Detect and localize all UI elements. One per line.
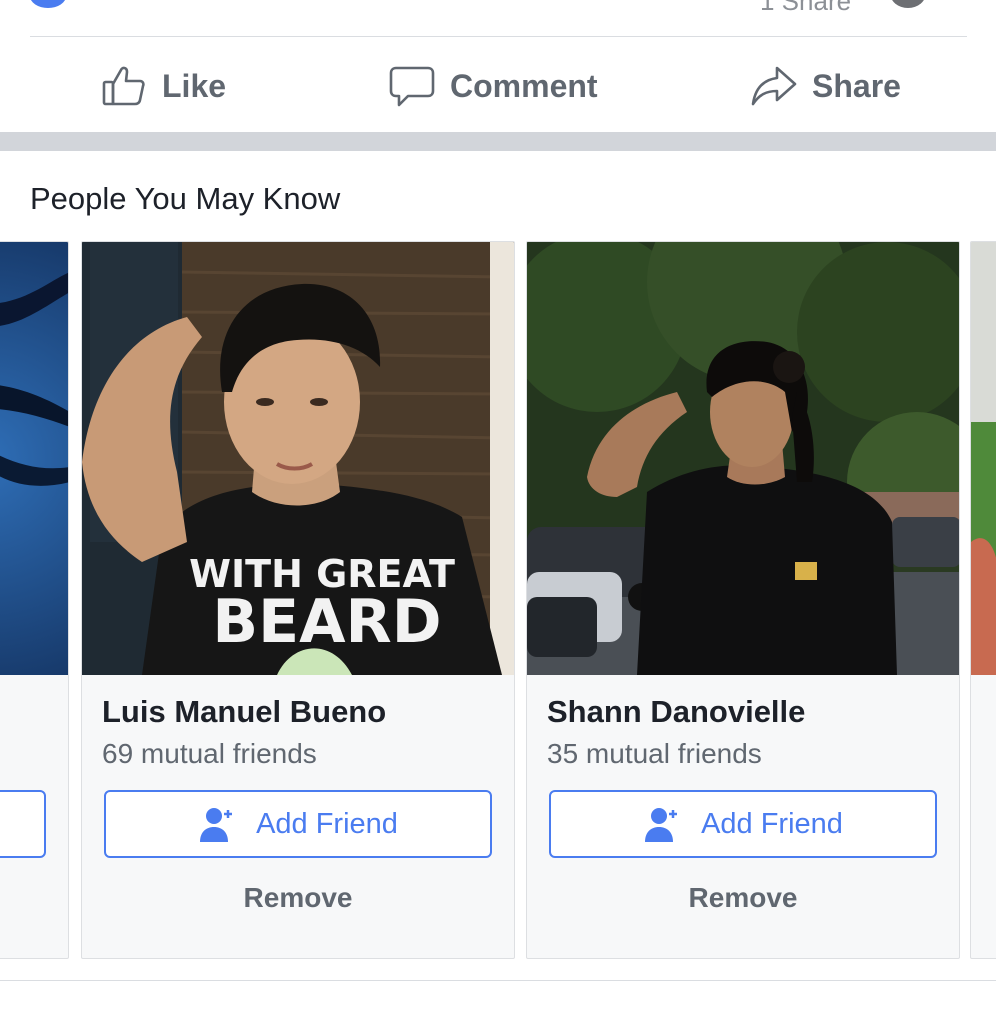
remove-button[interactable]: Remove (104, 882, 492, 922)
person-name[interactable]: Luis Manuel Bueno (102, 694, 386, 730)
profile-photo[interactable]: WITH GREAT BEARD (82, 242, 514, 675)
pymk-card[interactable]: WITH GREAT BEARD Luis Manuel Bueno 69 mu… (81, 241, 515, 959)
comment-button[interactable]: Comment (388, 61, 598, 111)
person-name[interactable]: Shann Danovielle (547, 694, 805, 730)
mutual-friends-count[interactable]: 69 mutual friends (102, 738, 317, 770)
like-button[interactable]: Like (100, 61, 226, 111)
reaction-icon[interactable] (30, 0, 66, 8)
remove-button[interactable]: Remove (549, 882, 937, 922)
add-friend-icon (200, 808, 233, 842)
add-friend-button[interactable]: Add Friend (104, 790, 492, 858)
people-you-may-know-section: People You May Know WITH GREAT BEARD Lui… (0, 151, 996, 1024)
profile-photo[interactable] (527, 242, 959, 675)
mutual-friends-count[interactable]: 35 mutual friends (547, 738, 762, 770)
divider (0, 980, 996, 981)
share-button[interactable]: Share (750, 61, 901, 111)
section-title: People You May Know (30, 181, 341, 216)
share-arrow-icon (751, 66, 797, 106)
shirt-text-line2: BEARD (212, 587, 441, 657)
pymk-card-partial-left[interactable] (0, 241, 69, 959)
thumbs-up-icon (102, 66, 145, 106)
page: 1 Share Like Comment Share People You Ma… (0, 0, 996, 1024)
pymk-carousel[interactable]: WITH GREAT BEARD Luis Manuel Bueno 69 mu… (0, 241, 996, 961)
profile-photo[interactable] (0, 242, 68, 675)
add-friend-button[interactable]: Add Friend (549, 790, 937, 858)
add-friend-button[interactable] (0, 790, 46, 858)
add-friend-label: Add Friend (701, 807, 843, 840)
add-friend-label: Add Friend (256, 807, 398, 840)
avatar[interactable] (890, 0, 926, 8)
section-separator (0, 132, 996, 151)
add-friend-icon (645, 808, 678, 842)
profile-photo[interactable] (971, 242, 996, 675)
previous-post-footer: 1 Share (0, 0, 996, 36)
comment-icon (389, 66, 435, 107)
post-action-bar: Like Comment Share (0, 37, 996, 132)
pymk-card[interactable]: Shann Danovielle 35 mutual friends Add F… (526, 241, 960, 959)
share-count[interactable]: 1 Share (760, 0, 851, 17)
share-label: Share (812, 67, 901, 104)
like-label: Like (162, 67, 227, 104)
pymk-card-partial-right[interactable] (970, 241, 996, 959)
comment-label: Comment (450, 67, 598, 104)
